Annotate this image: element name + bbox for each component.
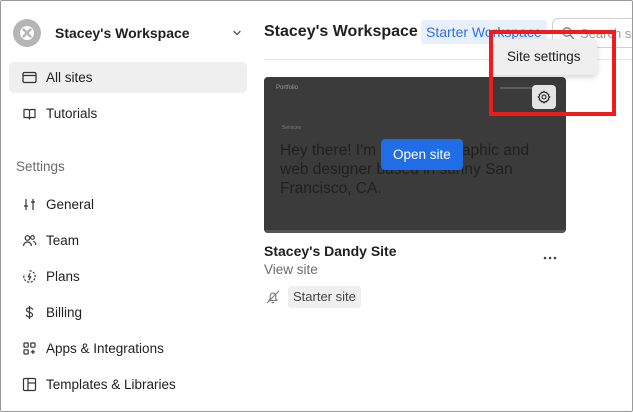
workspace-switcher[interactable]: Stacey's Workspace bbox=[13, 17, 249, 49]
book-icon bbox=[21, 106, 37, 122]
more-options-button[interactable] bbox=[541, 249, 559, 267]
settings-section-label: Settings bbox=[16, 159, 65, 174]
more-dots-icon bbox=[543, 256, 557, 260]
apps-grid-icon bbox=[21, 341, 37, 357]
sidebar-item-label: All sites bbox=[46, 70, 93, 85]
sidebar-item-label: Apps & Integrations bbox=[46, 341, 164, 356]
workspace-avatar bbox=[13, 19, 41, 47]
sidebar-item-all-sites[interactable]: All sites bbox=[9, 62, 247, 93]
sidebar-item-label: General bbox=[46, 197, 95, 212]
chevron-down-icon bbox=[233, 30, 241, 36]
sidebar-item-general[interactable]: General bbox=[9, 189, 247, 220]
workspace-logo-icon bbox=[20, 26, 34, 40]
sidebar-item-label: Team bbox=[46, 233, 80, 248]
sidebar-item-billing[interactable]: Billing bbox=[9, 297, 247, 328]
app-window: Stacey's Workspace All sites Tutorials S… bbox=[0, 0, 633, 412]
sliders-icon bbox=[21, 197, 37, 213]
sidebar-item-label: Billing bbox=[46, 305, 83, 320]
workspace-name: Stacey's Workspace bbox=[55, 25, 190, 41]
templates-icon bbox=[21, 377, 37, 393]
thumbnail-bottom-bar bbox=[264, 230, 566, 233]
plans-icon bbox=[21, 269, 37, 285]
sidebar-item-tutorials[interactable]: Tutorials bbox=[9, 98, 247, 129]
open-site-button[interactable]: Open site bbox=[381, 139, 463, 170]
sidebar-item-label: Templates & Libraries bbox=[46, 377, 176, 392]
site-plan-chip: Starter site bbox=[288, 286, 361, 308]
dollar-icon bbox=[21, 305, 37, 321]
sidebar-item-team[interactable]: Team bbox=[9, 225, 247, 256]
sidebar-item-templates-libraries[interactable]: Templates & Libraries bbox=[9, 369, 247, 400]
sidebar: Stacey's Workspace All sites Tutorials S… bbox=[1, 1, 257, 411]
notifications-off-icon bbox=[266, 290, 280, 304]
sidebar-item-label: Tutorials bbox=[46, 106, 98, 121]
view-site-link[interactable]: View site bbox=[264, 262, 318, 277]
sidebar-item-plans[interactable]: Plans bbox=[9, 261, 247, 292]
browser-window-icon bbox=[21, 70, 37, 86]
sidebar-item-label: Plans bbox=[46, 269, 80, 284]
highlight-annotation-box bbox=[489, 30, 616, 116]
team-icon bbox=[21, 233, 37, 249]
site-name[interactable]: Stacey's Dandy Site bbox=[264, 243, 397, 259]
sidebar-item-apps-integrations[interactable]: Apps & Integrations bbox=[9, 333, 247, 364]
page-title: Stacey's Workspace bbox=[264, 23, 418, 40]
